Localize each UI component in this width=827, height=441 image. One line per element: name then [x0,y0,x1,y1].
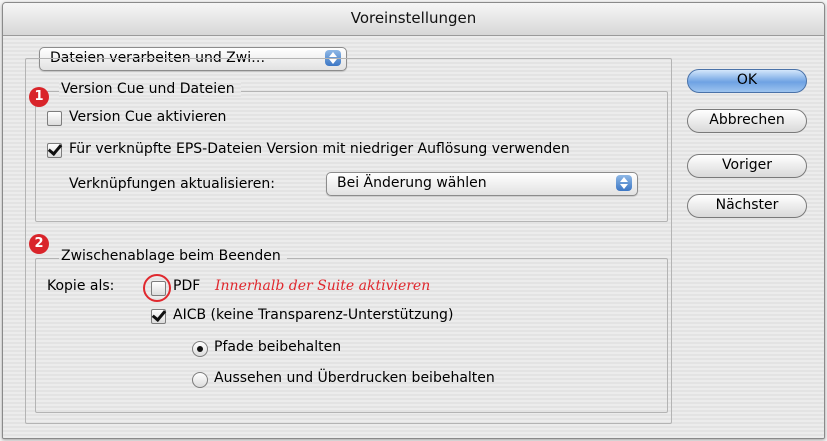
cancel-button[interactable]: Abbrechen [687,109,807,133]
aicb-label[interactable]: AICB (keine Transparenz-Unterstützung) [173,307,453,323]
radio-preserve-appearance[interactable] [192,372,208,388]
next-button[interactable]: Nächster [687,194,807,218]
eps-lowres-checkbox[interactable] [47,143,62,158]
update-links-popup[interactable]: Bei Änderung wählen [326,172,638,196]
copy-as-label: Kopie als: [47,278,115,294]
version-cue-checkbox[interactable] [47,111,62,126]
pdf-annotation: Innerhalb der Suite aktivieren [215,278,431,294]
step-badge-2: 2 [29,234,49,254]
aicb-checkbox[interactable] [151,309,166,324]
title-bar[interactable]: Voreinstellungen [3,3,824,36]
ok-button[interactable]: OK [687,69,807,93]
radio-preserve-paths-label[interactable]: Pfade beibehalten [214,339,341,355]
radio-preserve-appearance-label[interactable]: Aussehen und Überdrucken beibehalten [214,370,495,386]
step-badge-1: 1 [29,87,49,107]
update-links-value: Bei Änderung wählen [337,175,487,191]
clipboard-legend: Zwischenablage beim Beenden [59,248,287,264]
previous-button[interactable]: Voriger [687,154,807,178]
update-links-label: Verknüpfungen aktualisieren: [69,176,275,192]
popup-arrows-icon [616,175,632,191]
version-cue-label[interactable]: Version Cue aktivieren [69,109,226,125]
version-cue-legend: Version Cue und Dateien [59,81,241,97]
window-title: Voreinstellungen [350,9,477,27]
highlight-circle [143,274,171,302]
radio-preserve-paths[interactable] [192,341,208,357]
pdf-label[interactable]: PDF [173,278,200,294]
dialog-content: Dateien verarbeiten und Zwi… Version Cue… [3,36,824,438]
preferences-dialog: Voreinstellungen Dateien verarbeiten und… [2,2,825,439]
eps-lowres-label[interactable]: Für verknüpfte EPS-Dateien Version mit n… [69,141,570,157]
